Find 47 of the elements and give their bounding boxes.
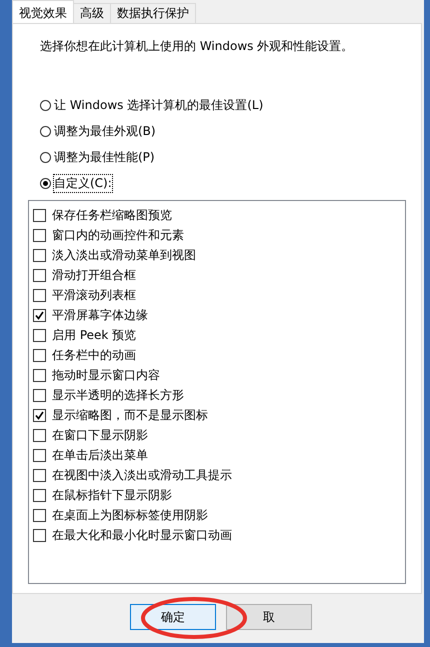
checkbox[interactable] <box>33 508 46 522</box>
checkbox[interactable] <box>33 228 46 242</box>
radio-label[interactable]: 自定义(C): <box>54 175 112 192</box>
checkbox-label[interactable]: 拖动时显示窗口内容 <box>52 366 160 384</box>
dialog-button[interactable]: 确定 <box>130 604 216 630</box>
radio-button[interactable] <box>40 126 51 137</box>
checkbox-label[interactable]: 平滑滚动列表框 <box>52 286 136 304</box>
radio-button[interactable] <box>40 152 51 163</box>
radio-button[interactable] <box>40 100 51 111</box>
checkbox[interactable] <box>33 248 46 262</box>
radio-label[interactable]: 让 Windows 选择计算机的最佳设置(L) <box>54 97 264 114</box>
checkbox-label[interactable]: 在鼠标指针下显示阴影 <box>52 486 172 504</box>
checkbox-label[interactable]: 滑动打开组合框 <box>52 266 136 284</box>
checkbox[interactable] <box>33 208 46 222</box>
checkbox[interactable] <box>33 328 46 342</box>
checkbox[interactable] <box>33 368 46 382</box>
checkbox[interactable] <box>33 288 46 302</box>
checkbox[interactable] <box>33 488 46 502</box>
description-text: 选择你想在此计算机上使用的 Windows 外观和性能设置。 <box>40 38 354 55</box>
radio-label[interactable]: 调整为最佳外观(B) <box>54 123 156 140</box>
checkbox[interactable] <box>33 528 46 542</box>
radio-button[interactable] <box>40 178 51 189</box>
checkbox-label[interactable]: 保存任务栏缩略图预览 <box>52 206 172 224</box>
checkbox[interactable] <box>33 468 46 482</box>
checkbox-label[interactable]: 在最大化和最小化时显示窗口动画 <box>52 526 232 544</box>
checkbox[interactable] <box>33 268 46 282</box>
checkbox-label[interactable]: 显示半透明的选择长方形 <box>52 386 184 404</box>
checkbox-label[interactable]: 在桌面上为图标标签使用阴影 <box>52 506 208 524</box>
checkbox-label[interactable]: 窗口内的动画控件和元素 <box>52 226 184 244</box>
checkbox[interactable] <box>33 408 46 422</box>
checkbox-label[interactable]: 在窗口下显示阴影 <box>52 426 148 444</box>
checkbox-label[interactable]: 淡入淡出或滑动菜单到视图 <box>52 246 196 264</box>
checkbox[interactable] <box>33 388 46 402</box>
checkbox-label[interactable]: 平滑屏幕字体边缘 <box>52 306 148 324</box>
checkbox[interactable] <box>33 308 46 322</box>
checkbox-label[interactable]: 在单击后淡出菜单 <box>52 446 148 464</box>
checkbox-label[interactable]: 启用 Peek 预览 <box>52 326 136 344</box>
dialog-button[interactable]: 取 <box>226 604 312 630</box>
checkbox[interactable] <box>33 448 46 462</box>
checkbox-label[interactable]: 显示缩略图，而不是显示图标 <box>52 406 208 424</box>
radio-label[interactable]: 调整为最佳性能(P) <box>54 149 155 166</box>
checkbox-label[interactable]: 在视图中淡入淡出或滑动工具提示 <box>52 466 232 484</box>
tab[interactable]: 视觉效果 <box>12 0 74 23</box>
tab[interactable]: 数据执行保护 <box>110 3 196 23</box>
checkbox-label[interactable]: 任务栏中的动画 <box>52 346 136 364</box>
checkbox[interactable] <box>33 348 46 362</box>
checkbox[interactable] <box>33 428 46 442</box>
